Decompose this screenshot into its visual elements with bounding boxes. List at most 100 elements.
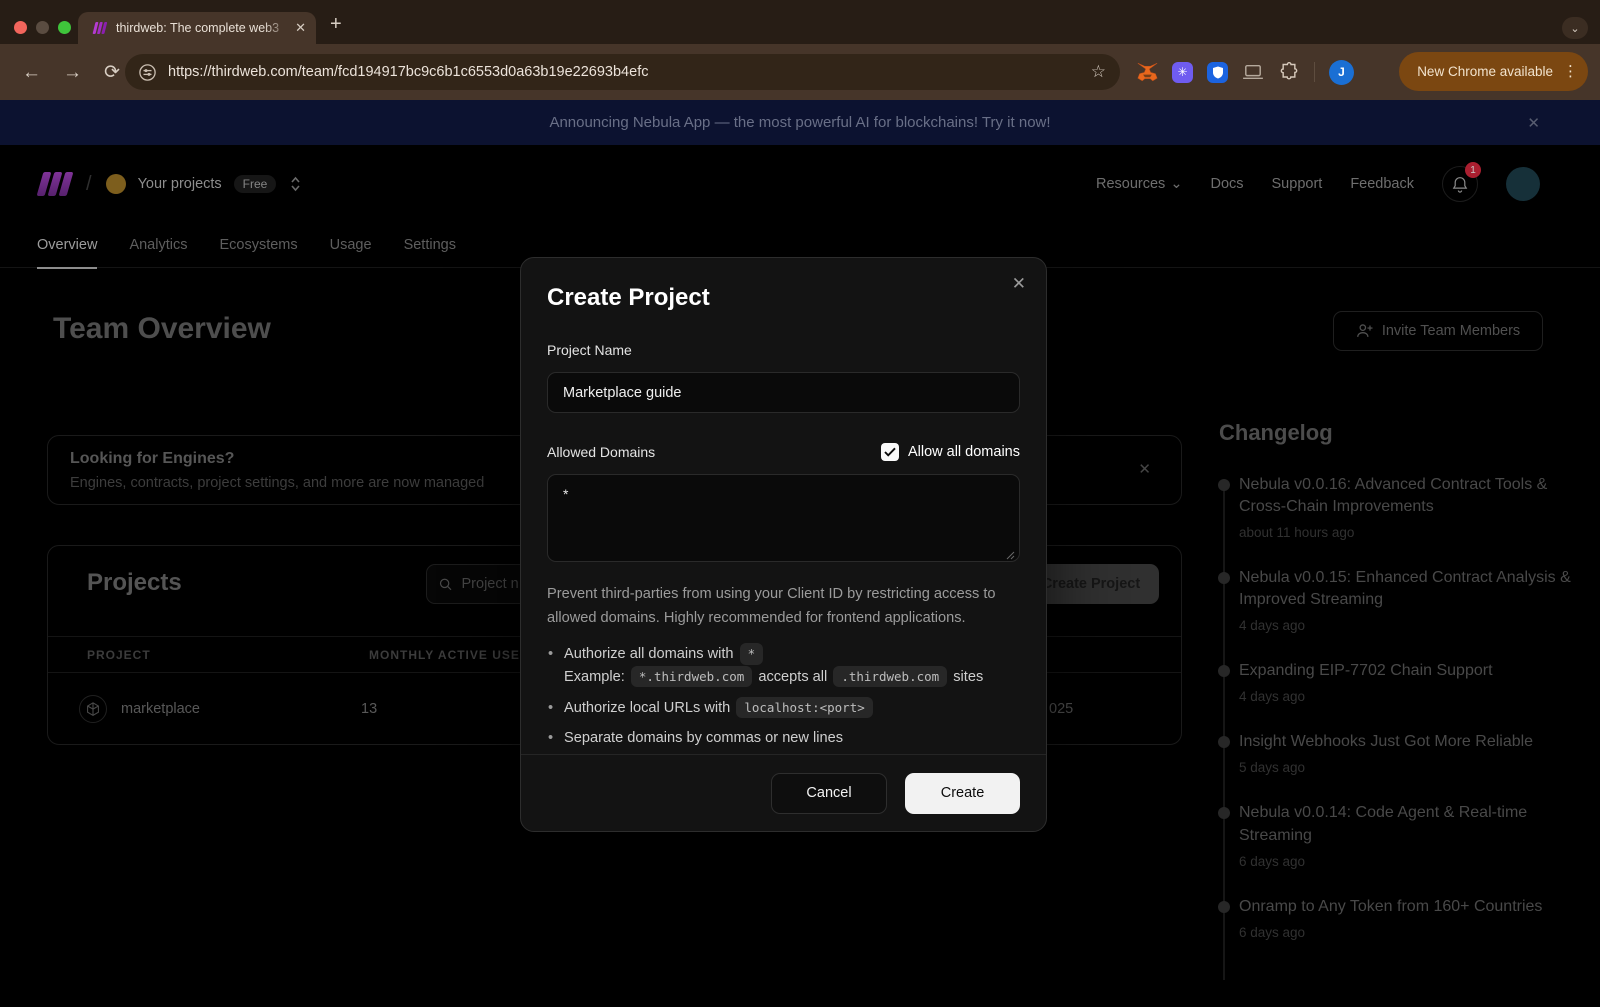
engines-card-close-icon[interactable]: ✕: [1138, 460, 1151, 478]
changelog-entry-title[interactable]: Nebula v0.0.14: Code Agent & Real-time S…: [1239, 802, 1580, 846]
code-chip: localhost:<port>: [736, 697, 872, 718]
banner-close-icon[interactable]: ✕: [1527, 114, 1540, 132]
browser-profile-avatar[interactable]: J: [1329, 60, 1354, 85]
code-chip: .thirdweb.com: [833, 666, 947, 687]
tab-search-button[interactable]: ⌄: [1562, 17, 1588, 39]
changelog-entry[interactable]: Nebula v0.0.15: Enhanced Contract Analys…: [1207, 567, 1580, 633]
invite-team-members-button[interactable]: Invite Team Members: [1333, 311, 1543, 351]
code-chip: *.thirdweb.com: [631, 666, 752, 687]
snowflake-extension-icon[interactable]: ✳: [1172, 62, 1193, 83]
project-name-input[interactable]: [547, 372, 1020, 413]
project-name-cell: marketplace: [121, 701, 361, 717]
allow-all-domains-label: Allow all domains: [908, 444, 1020, 460]
breadcrumb-slash: /: [86, 173, 92, 196]
extensions-row: ✳ J: [1136, 54, 1354, 90]
tab-ecosystems[interactable]: Ecosystems: [219, 223, 297, 268]
nav-docs[interactable]: Docs: [1210, 176, 1243, 192]
changelog-entry-time: 6 days ago: [1239, 854, 1580, 869]
window-close-button[interactable]: [14, 21, 27, 34]
extensions-puzzle-icon[interactable]: [1278, 61, 1300, 83]
bullet-text: Example:: [564, 669, 625, 685]
nav-support[interactable]: Support: [1272, 176, 1323, 192]
cancel-button[interactable]: Cancel: [771, 773, 887, 814]
metamask-extension-icon[interactable]: [1136, 61, 1158, 83]
checkmark-icon: [884, 447, 896, 457]
thirdweb-logo[interactable]: [40, 172, 70, 196]
chrome-update-button[interactable]: New Chrome available ⋮: [1399, 52, 1588, 91]
breadcrumb[interactable]: Your projects: [138, 176, 222, 192]
url-text[interactable]: https://thirdweb.com/team/fcd194917bc9c6…: [168, 64, 1091, 80]
changelog-list: Nebula v0.0.16: Advanced Contract Tools …: [1207, 474, 1580, 940]
changelog-entry-title[interactable]: Insight Webhooks Just Got More Reliable: [1239, 731, 1580, 753]
tab-usage[interactable]: Usage: [330, 223, 372, 268]
address-bar[interactable]: https://thirdweb.com/team/fcd194917bc9c6…: [125, 54, 1120, 90]
project-cube-icon: [79, 695, 107, 723]
browser-tab[interactable]: thirdweb: The complete web3 ✕: [78, 12, 316, 44]
changelog-entry-title[interactable]: Nebula v0.0.16: Advanced Contract Tools …: [1239, 474, 1580, 518]
bullet-text: Authorize all domains with: [564, 646, 734, 662]
bitwarden-extension-icon[interactable]: [1207, 62, 1228, 83]
timeline-dot: [1218, 807, 1230, 819]
changelog-entry[interactable]: Nebula v0.0.14: Code Agent & Real-time S…: [1207, 802, 1580, 868]
timeline-dot: [1218, 479, 1230, 491]
webpage: Announcing Nebula App — the most powerfu…: [0, 100, 1600, 1007]
thirdweb-favicon: [92, 20, 108, 36]
tab-overview[interactable]: Overview: [37, 223, 97, 268]
resize-grip-icon[interactable]: [1006, 551, 1015, 560]
nav-resources-label: Resources: [1096, 176, 1165, 192]
changelog-entry-title[interactable]: Onramp to Any Token from 160+ Countries: [1239, 896, 1580, 918]
toolbar-divider: [1314, 62, 1315, 82]
nav-feedback[interactable]: Feedback: [1350, 176, 1414, 192]
timeline-dot: [1218, 736, 1230, 748]
back-button[interactable]: ←: [22, 63, 41, 82]
changelog-entry-title[interactable]: Nebula v0.0.15: Enhanced Contract Analys…: [1239, 567, 1580, 611]
laptop-extension-icon[interactable]: [1242, 61, 1264, 83]
bullet-text: accepts all: [758, 669, 827, 685]
allowed-domains-textarea[interactable]: *: [547, 474, 1020, 562]
notifications-button[interactable]: 1: [1442, 166, 1478, 202]
invite-button-label: Invite Team Members: [1382, 323, 1520, 339]
announcement-banner[interactable]: Announcing Nebula App — the most powerfu…: [0, 100, 1600, 145]
window-zoom-button[interactable]: [58, 21, 71, 34]
forward-button[interactable]: →: [63, 63, 82, 82]
browser-titlebar: thirdweb: The complete web3 ✕ + ⌄: [0, 0, 1600, 44]
reload-button[interactable]: ⟳: [104, 63, 120, 82]
changelog-entry[interactable]: Insight Webhooks Just Got More Reliable …: [1207, 731, 1580, 775]
screenshot-root: thirdweb: The complete web3 ✕ + ⌄ ← → ⟳ …: [0, 0, 1600, 1007]
tab-settings[interactable]: Settings: [404, 223, 456, 268]
changelog-entry[interactable]: Onramp to Any Token from 160+ Countries …: [1207, 896, 1580, 940]
announcement-text: Announcing Nebula App — the most powerfu…: [549, 114, 1050, 131]
window-minimize-button[interactable]: [36, 21, 49, 34]
tab-analytics[interactable]: Analytics: [129, 223, 187, 268]
changelog-entry[interactable]: Expanding EIP-7702 Chain Support 4 days …: [1207, 660, 1580, 704]
team-switcher-icon[interactable]: [290, 176, 301, 192]
changelog-entry[interactable]: Nebula v0.0.16: Advanced Contract Tools …: [1207, 474, 1580, 540]
tab-title: thirdweb: The complete web3: [116, 21, 295, 35]
changelog-section: Changelog Nebula v0.0.16: Advanced Contr…: [1207, 420, 1580, 967]
projects-title: Projects: [87, 569, 182, 597]
browser-menu-icon[interactable]: ⋮: [1563, 64, 1578, 79]
allowed-domains-row: Allowed Domains Allow all domains: [547, 443, 1020, 461]
changelog-entry-title[interactable]: Expanding EIP-7702 Chain Support: [1239, 660, 1580, 682]
column-mau: MONTHLY ACTIVE USE: [369, 648, 520, 662]
changelog-entry-time: 4 days ago: [1239, 689, 1580, 704]
allow-all-domains-checkbox[interactable]: [881, 443, 899, 461]
site-settings-icon[interactable]: [139, 64, 156, 81]
changelog-entry-time: about 11 hours ago: [1239, 525, 1580, 540]
create-button[interactable]: Create: [905, 773, 1020, 814]
create-project-modal: ✕ Create Project Project Name Allowed Do…: [520, 257, 1047, 832]
chevron-down-icon: ⌄: [1170, 176, 1182, 192]
timeline-dot: [1218, 665, 1230, 677]
team-avatar: [106, 174, 126, 194]
user-avatar[interactable]: [1506, 167, 1540, 201]
allowed-domains-area: *: [547, 474, 1020, 567]
modal-close-icon[interactable]: ✕: [1012, 274, 1026, 294]
tab-close-icon[interactable]: ✕: [295, 20, 306, 36]
nav-resources[interactable]: Resources ⌄: [1096, 176, 1182, 192]
allow-all-domains-control[interactable]: Allow all domains: [881, 443, 1020, 461]
bookmark-star-icon[interactable]: ☆: [1091, 62, 1106, 82]
new-tab-button[interactable]: +: [330, 14, 342, 34]
timeline-dot: [1218, 901, 1230, 913]
notification-count-badge: 1: [1465, 162, 1481, 178]
bullet-text: sites: [953, 669, 983, 685]
